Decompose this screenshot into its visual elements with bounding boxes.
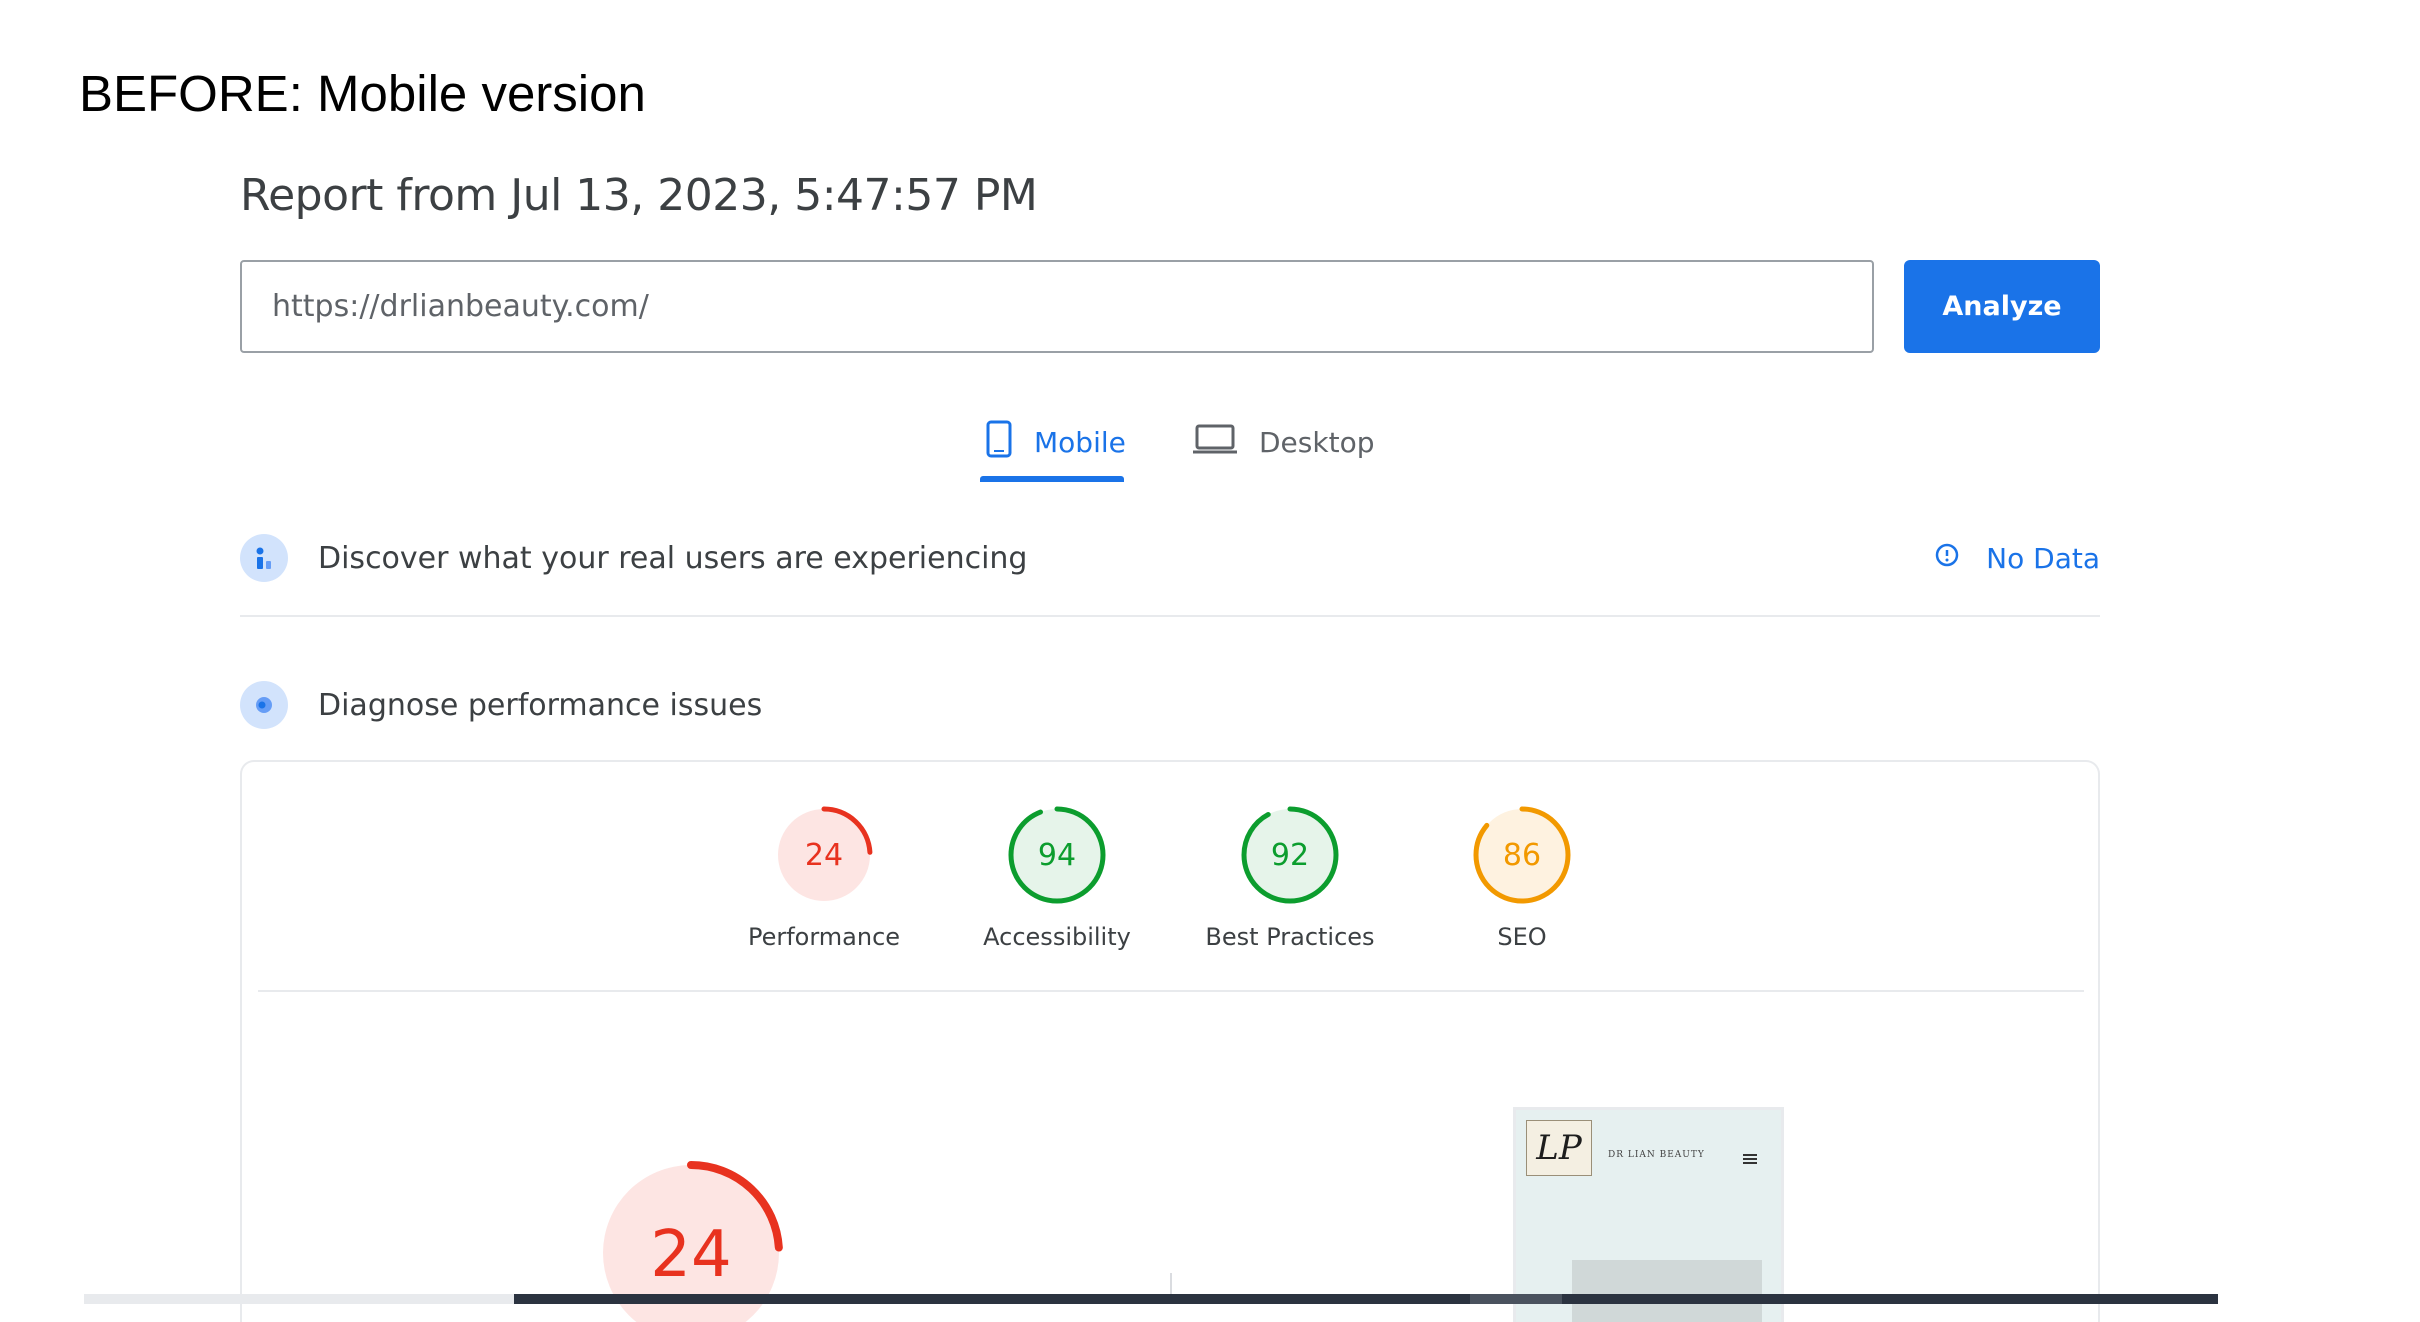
page-screenshot-thumbnail: LP DR LIAN BEAUTY	[1513, 1107, 1784, 1322]
gauge-performance-label: Performance	[747, 923, 901, 951]
gauge-accessibility-ring: 94	[1008, 806, 1106, 904]
gauge-best-practices[interactable]: 92 Best Practices	[1190, 805, 1390, 951]
hamburger-menu-icon	[1743, 1154, 1757, 1164]
report-title: Report from Jul 13, 2023, 5:47:57 PM	[240, 170, 1038, 221]
url-input[interactable]	[240, 260, 1874, 353]
diagnose-row: Diagnose performance issues	[240, 677, 2100, 733]
site-brand-text: DR LIAN BEAUTY	[1608, 1150, 1705, 1160]
gauge-seo-label: SEO	[1497, 923, 1547, 951]
tab-mobile[interactable]: Mobile	[986, 412, 1126, 472]
people-icon	[240, 534, 288, 582]
gauge-seo-value: 86	[1503, 838, 1541, 873]
info-icon	[1934, 542, 1960, 575]
gauge-best-practices-ring: 92	[1241, 806, 1339, 904]
diagnostics-panel	[240, 760, 2100, 1322]
gauge-accessibility[interactable]: 94 Accessibility	[957, 805, 1157, 951]
gauge-performance-value: 24	[805, 838, 843, 873]
no-data-label: No Data	[1986, 541, 2100, 575]
real-users-row: Discover what your real users are experi…	[240, 530, 2100, 586]
thumbnail-content-block	[1572, 1260, 1762, 1322]
gauge-accessibility-value: 94	[1038, 838, 1076, 873]
gauge-best-practices-value: 92	[1271, 838, 1309, 873]
phone-icon	[986, 420, 1012, 465]
site-logo: LP	[1526, 1120, 1592, 1176]
tab-active-indicator	[980, 476, 1124, 482]
gauge-accessibility-label: Accessibility	[983, 923, 1131, 951]
tab-desktop[interactable]: Desktop	[1193, 412, 1374, 472]
gauge-performance-ring: 24	[775, 806, 873, 904]
caption: BEFORE: Mobile version	[79, 65, 646, 122]
panel-divider	[258, 990, 2084, 992]
section-divider	[240, 615, 2100, 617]
scrollbar-thumb-highlight	[1470, 1294, 1562, 1304]
lighthouse-icon	[240, 681, 288, 729]
laptop-icon	[1193, 423, 1237, 462]
gauge-seo[interactable]: 86 SEO	[1422, 805, 1622, 951]
no-data-status[interactable]: No Data	[1934, 530, 2100, 586]
diagnose-label: Diagnose performance issues	[318, 687, 763, 723]
analyze-button[interactable]: Analyze	[1904, 260, 2100, 353]
real-users-label: Discover what your real users are experi…	[318, 540, 1028, 576]
gauge-seo-ring: 86	[1473, 806, 1571, 904]
tab-desktop-label: Desktop	[1259, 425, 1375, 459]
gauge-best-practices-label: Best Practices	[1205, 923, 1375, 951]
tab-mobile-label: Mobile	[1034, 425, 1126, 459]
gauge-performance[interactable]: 24 Performance	[724, 805, 924, 951]
main-score-value: 24	[650, 1218, 731, 1292]
scrollbar-thumb[interactable]	[514, 1294, 2218, 1304]
